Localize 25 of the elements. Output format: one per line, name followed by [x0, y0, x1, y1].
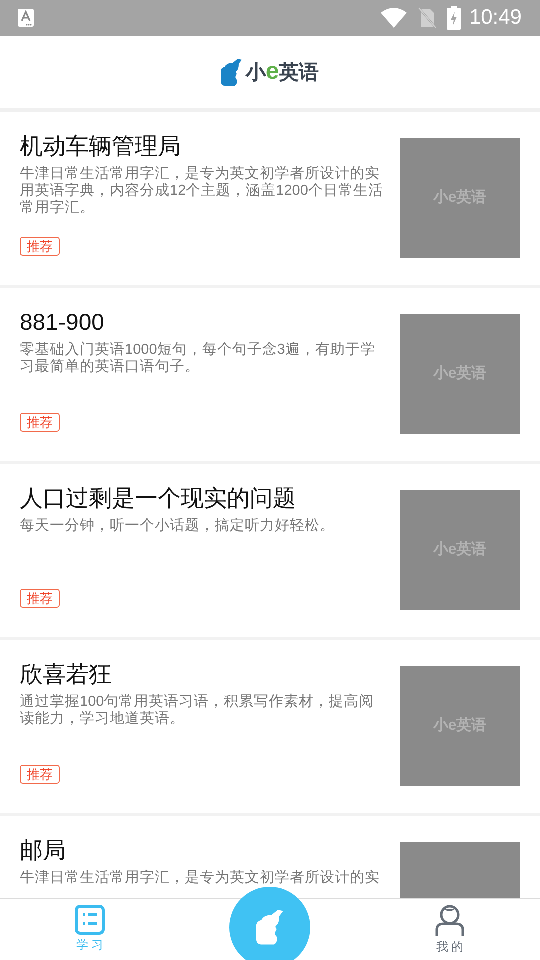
battery-icon — [447, 6, 462, 30]
lesson-title: 人口过剩是一个现实的问题 — [20, 484, 297, 513]
keyboard-icon — [18, 9, 34, 27]
lesson-description: 牛津日常生活常用字汇，是专为英文初学者所设计的实 — [20, 870, 381, 888]
elephant-icon — [255, 910, 285, 946]
lesson-title: 邮局 — [20, 836, 67, 865]
no-sim-icon — [417, 7, 438, 29]
wifi-icon — [381, 8, 408, 28]
user-icon — [435, 905, 465, 937]
recommended-tag: 推荐 — [20, 589, 60, 608]
profile-tab[interactable]: 我 的 — [360, 899, 540, 960]
list-icon — [75, 905, 105, 935]
status-time: 10:49 — [469, 5, 522, 32]
lesson-title: 欣喜若狂 — [20, 660, 113, 689]
lesson-title: 机动车辆管理局 — [20, 132, 182, 161]
lesson-description: 牛津日常生活常用字汇，是专为英文初学者所设计的实用英语字典，内容分成12个主题，涵盖1200个日常生活常用字汇。 — [20, 166, 384, 217]
lesson-title: 881-900 — [20, 308, 106, 337]
lesson-description: 通过掌握100句常用英语习语，积累写作素材，提高阅读能力，学习地道英语。 — [20, 694, 376, 729]
elephant-logo-icon — [220, 59, 243, 87]
recommended-tag: 推荐 — [20, 765, 60, 784]
lesson-description: 零基础入门英语1000短句，每个句子念3遍，有助于学习最简单的英语口语句子。 — [20, 342, 376, 377]
app-logo-text: 小e英语 — [246, 60, 320, 84]
recommended-tag: 推荐 — [20, 237, 60, 256]
lesson-description: 每天一分钟，听一个小话题，搞定听力好轻松。 — [20, 518, 336, 536]
recommended-tag: 推荐 — [20, 413, 60, 432]
